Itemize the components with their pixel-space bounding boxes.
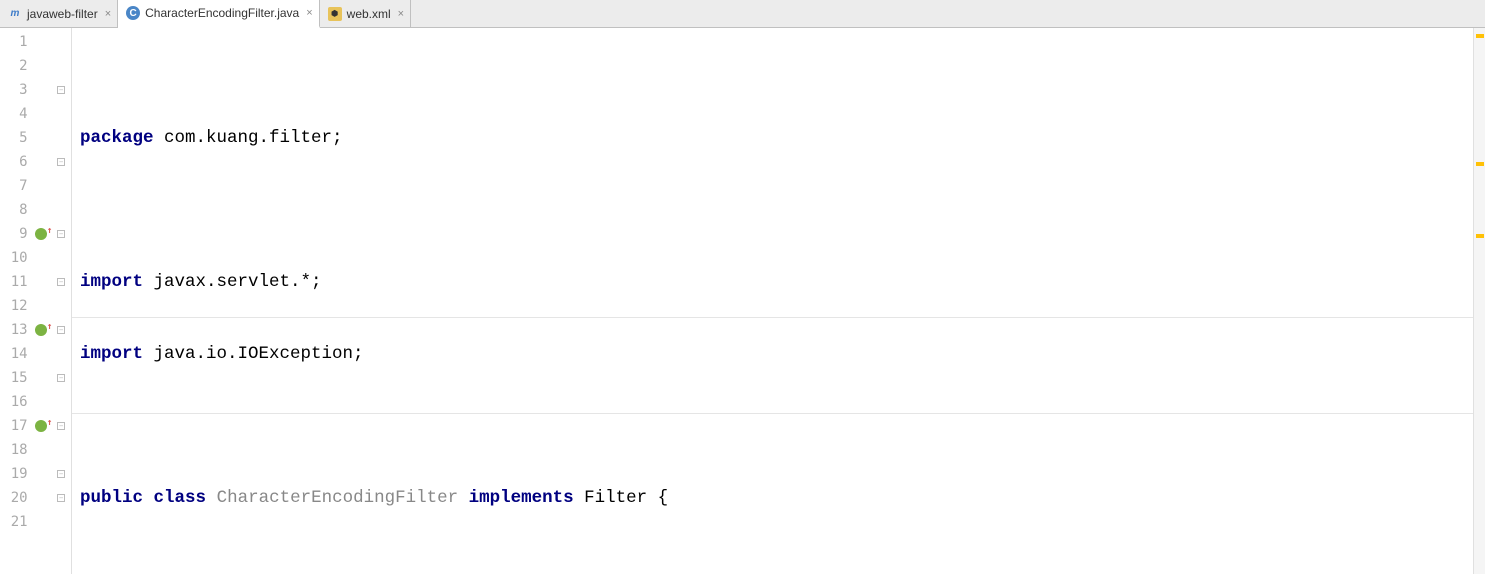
- override-marker-icon[interactable]: [35, 228, 47, 240]
- warning-marker[interactable]: [1476, 234, 1484, 238]
- tab-label: javaweb-filter: [27, 7, 98, 21]
- code-editor[interactable]: package com.kuang.filter; import javax.s…: [72, 28, 1473, 574]
- warning-marker[interactable]: [1476, 34, 1484, 38]
- line-number: 8: [0, 202, 32, 218]
- line-number: 17: [0, 418, 32, 434]
- fold-toggle-icon[interactable]: −: [57, 230, 65, 238]
- line-number: 21: [0, 514, 32, 530]
- line-number: 5: [0, 130, 32, 146]
- fold-toggle-icon[interactable]: −: [57, 494, 65, 502]
- close-icon[interactable]: ×: [398, 8, 404, 20]
- fold-toggle-icon[interactable]: −: [57, 374, 65, 382]
- tab-label: CharacterEncodingFilter.java: [145, 6, 299, 20]
- line-number: 3: [0, 82, 32, 98]
- line-number: 1: [0, 34, 32, 50]
- line-number: 15: [0, 370, 32, 386]
- fold-toggle-icon[interactable]: −: [57, 470, 65, 478]
- fold-toggle-icon[interactable]: −: [57, 158, 65, 166]
- error-stripe[interactable]: [1473, 28, 1485, 574]
- tab-javaweb-filter[interactable]: m javaweb-filter ×: [0, 0, 118, 27]
- line-number: 19: [0, 466, 32, 482]
- line-number: 16: [0, 394, 32, 410]
- line-number: 20: [0, 490, 32, 506]
- line-number: 7: [0, 178, 32, 194]
- module-icon: m: [8, 7, 22, 21]
- tabs-bar: m javaweb-filter × C CharacterEncodingFi…: [0, 0, 1485, 28]
- line-number: 9: [0, 226, 32, 242]
- line-number: 10: [0, 250, 32, 266]
- fold-toggle-icon[interactable]: −: [57, 422, 65, 430]
- line-number: 11: [0, 274, 32, 290]
- line-number: 12: [0, 298, 32, 314]
- line-number: 18: [0, 442, 32, 458]
- line-number: 4: [0, 106, 32, 122]
- line-number: 6: [0, 154, 32, 170]
- line-number: 13: [0, 322, 32, 338]
- fold-toggle-icon[interactable]: −: [57, 278, 65, 286]
- close-icon[interactable]: ×: [105, 8, 111, 20]
- fold-toggle-icon[interactable]: −: [57, 326, 65, 334]
- class-icon: C: [126, 6, 140, 20]
- editor-area: 1 2 3 − 4 5 6 − 7 8 9 − 10 11 − 12 13 − 14 15…: [0, 28, 1485, 574]
- fold-toggle-icon[interactable]: −: [57, 86, 65, 94]
- tab-web-xml[interactable]: ⬢ web.xml ×: [320, 0, 411, 27]
- tab-character-encoding-filter[interactable]: C CharacterEncodingFilter.java ×: [118, 0, 320, 28]
- xml-icon: ⬢: [328, 7, 342, 21]
- gutter: 1 2 3 − 4 5 6 − 7 8 9 − 10 11 − 12 13 − 14 15…: [0, 28, 72, 574]
- line-number: 14: [0, 346, 32, 362]
- override-marker-icon[interactable]: [35, 324, 47, 336]
- override-marker-icon[interactable]: [35, 420, 47, 432]
- warning-marker[interactable]: [1476, 162, 1484, 166]
- line-number: 2: [0, 58, 32, 74]
- close-icon[interactable]: ×: [306, 7, 312, 19]
- tab-label: web.xml: [347, 7, 391, 21]
